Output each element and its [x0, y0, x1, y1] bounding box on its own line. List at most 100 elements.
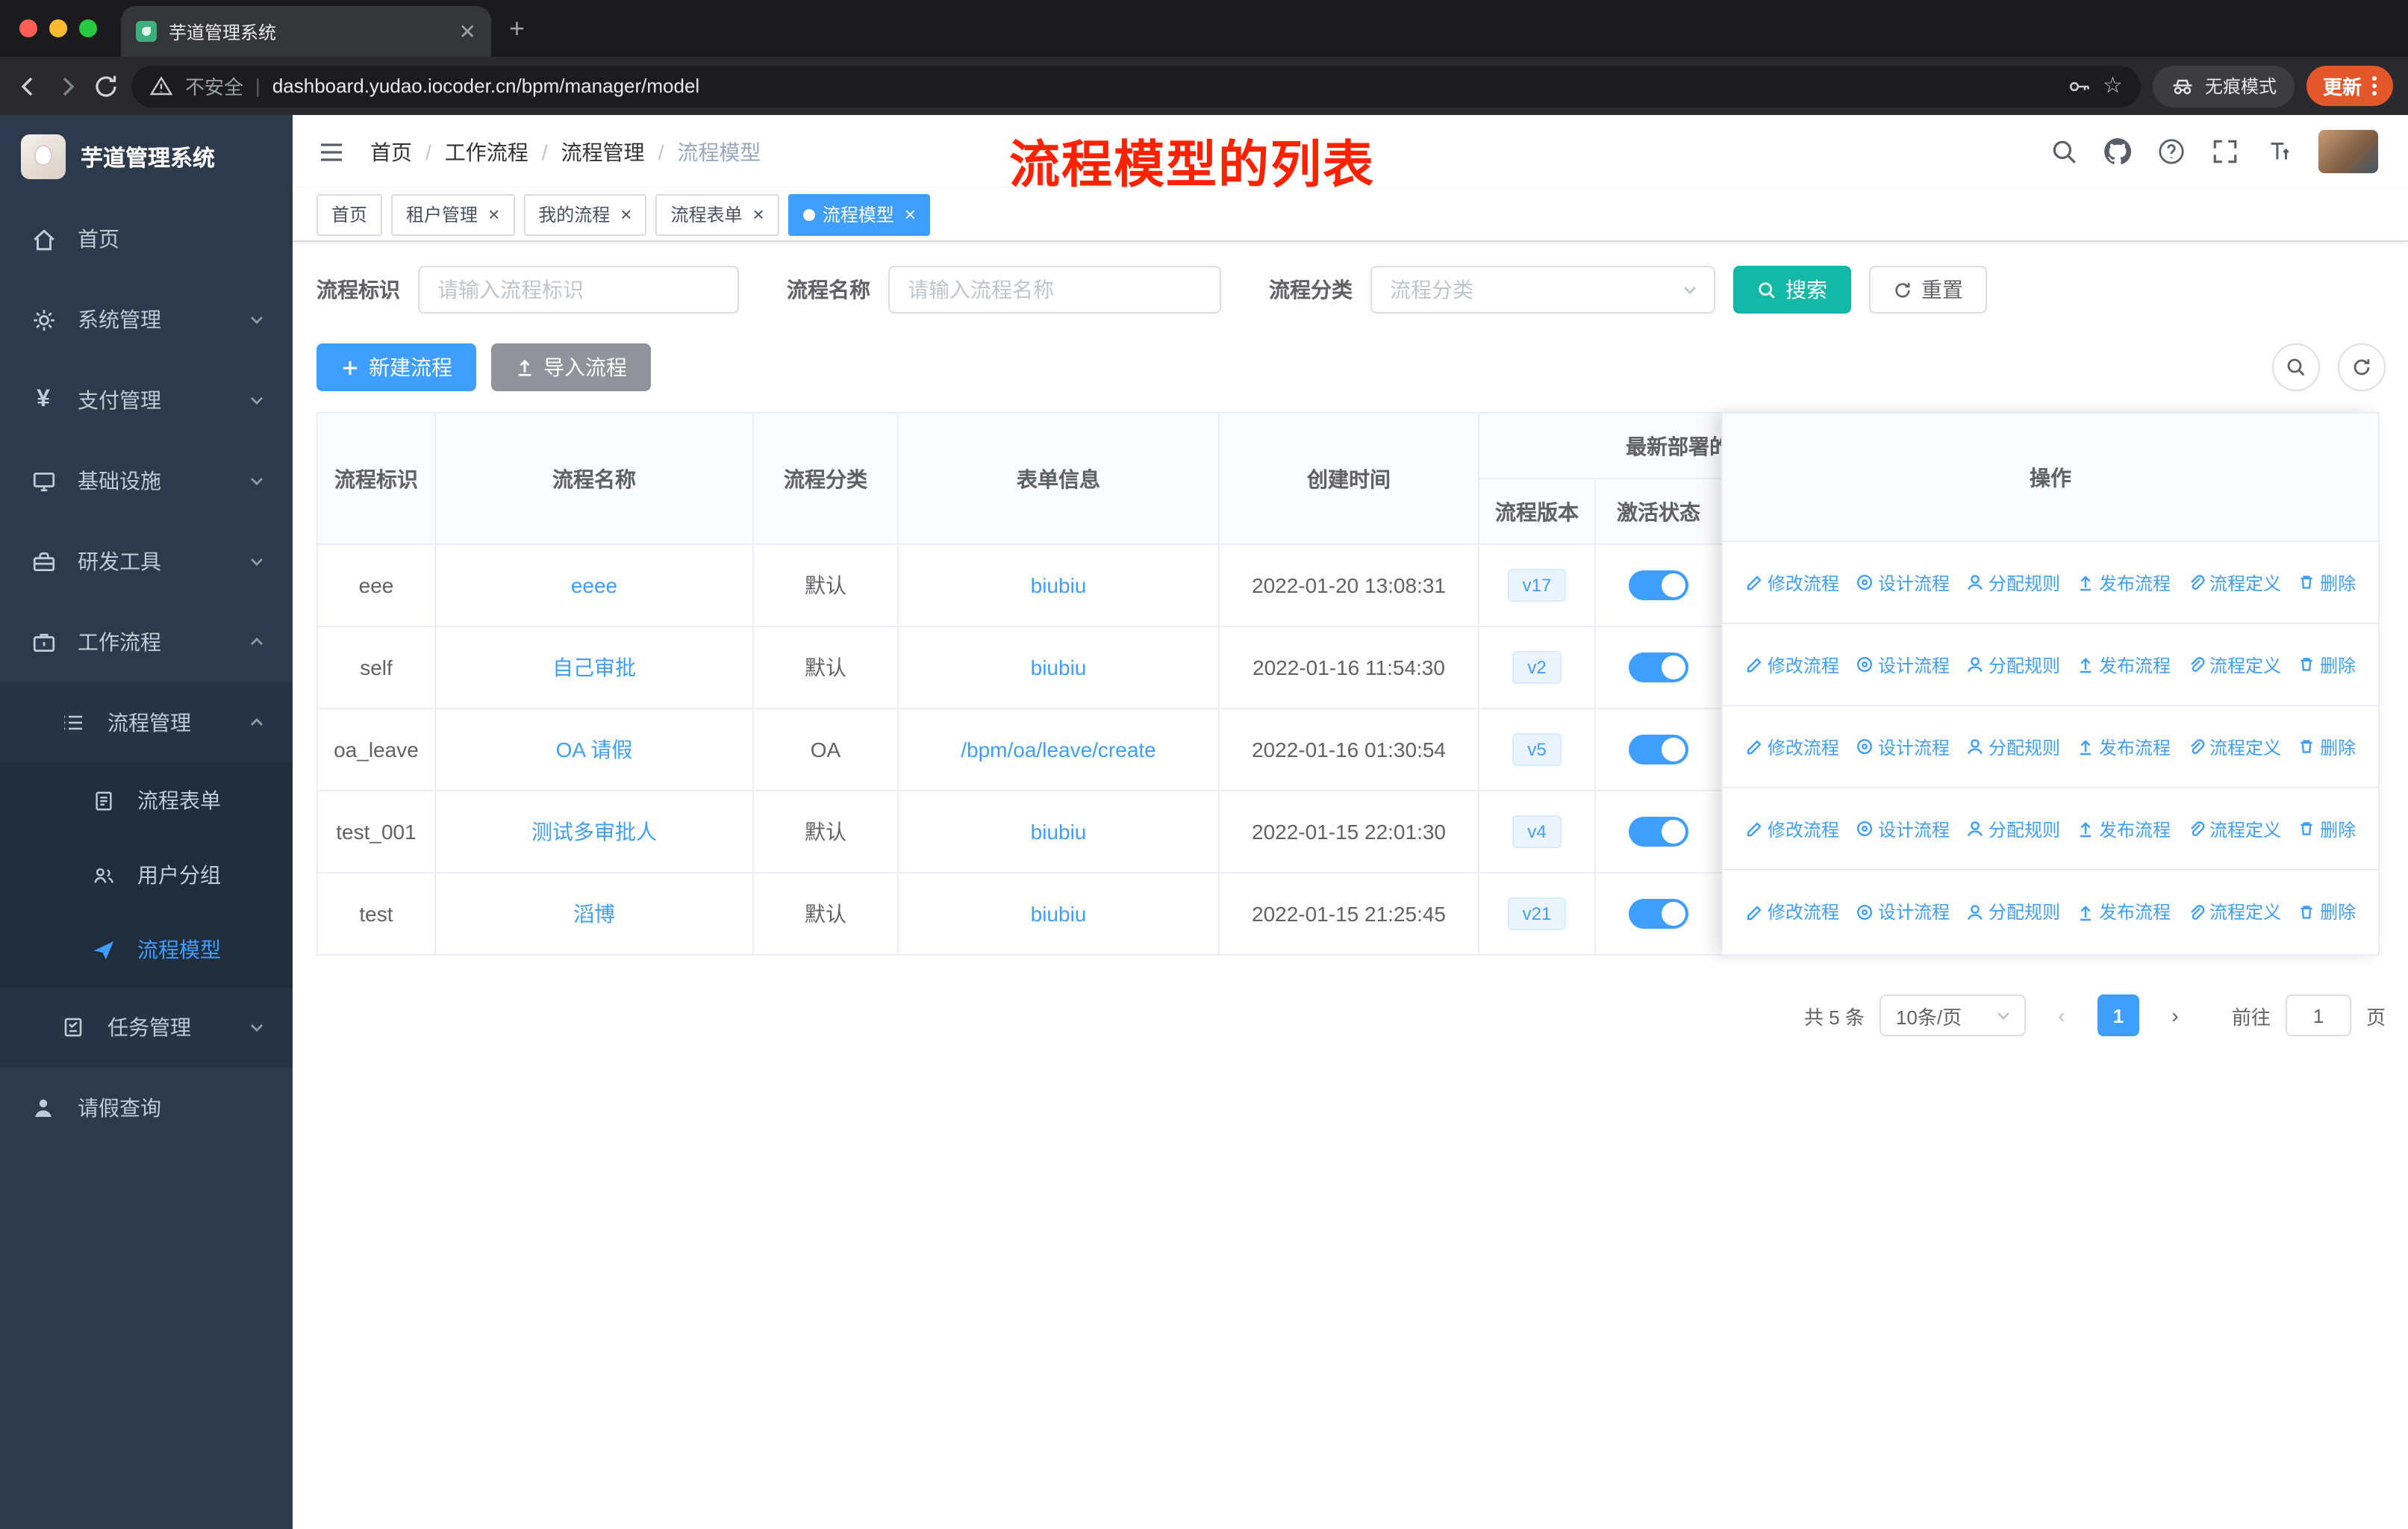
active-toggle[interactable]	[1629, 735, 1688, 764]
goto-page-input[interactable]	[2285, 994, 2351, 1036]
search-button[interactable]: 搜索	[1733, 266, 1851, 314]
close-icon[interactable]: ×	[488, 205, 499, 224]
assign-rule-link[interactable]: 分配规则	[1966, 652, 2060, 677]
show-search-button[interactable]	[2272, 343, 2320, 391]
sidebar-item-workflow[interactable]: 工作流程	[0, 602, 293, 682]
flow-name-link[interactable]: OA 请假	[556, 738, 633, 762]
delete-link[interactable]: 删除	[2298, 734, 2356, 759]
delete-link[interactable]: 删除	[2298, 816, 2356, 841]
fullscreen-icon[interactable]	[2211, 137, 2239, 166]
active-toggle[interactable]	[1629, 899, 1688, 929]
sidebar-item-leave-query[interactable]: 请假查询	[0, 1068, 293, 1148]
close-window-button[interactable]	[19, 19, 37, 37]
close-icon[interactable]: ×	[620, 205, 631, 224]
sidebar-item-devtools[interactable]: 研发工具	[0, 521, 293, 602]
edit-flow-link[interactable]: 修改流程	[1745, 899, 1839, 924]
sidebar-item-flow-management[interactable]: 流程管理	[0, 682, 293, 763]
security-label[interactable]: 不安全	[185, 72, 243, 100]
flow-key-input[interactable]	[418, 266, 739, 314]
form-info-link[interactable]: /bpm/oa/leave/create	[961, 738, 1156, 762]
breadcrumb-workflow[interactable]: 工作流程	[445, 137, 528, 166]
browser-tab[interactable]: 芋道管理系统 ✕	[121, 6, 491, 57]
browser-menu-icon[interactable]	[2372, 76, 2377, 96]
bookmark-star-icon[interactable]: ☆	[2103, 75, 2123, 97]
back-icon[interactable]	[15, 72, 42, 99]
version-badge[interactable]: v5	[1512, 733, 1562, 766]
flow-name-link[interactable]: 自己审批	[552, 655, 636, 679]
sidebar-item-flow-form[interactable]: 流程表单	[0, 763, 293, 838]
view-tag-flow-form[interactable]: 流程表单 ×	[655, 193, 779, 235]
update-button[interactable]: 更新	[2306, 66, 2393, 106]
tab-close-icon[interactable]: ✕	[459, 21, 476, 42]
next-page-button[interactable]: ›	[2154, 994, 2196, 1036]
publish-flow-link[interactable]: 发布流程	[2077, 816, 2171, 841]
search-icon[interactable]	[2050, 137, 2078, 166]
version-badge[interactable]: v4	[1512, 815, 1562, 848]
design-flow-link[interactable]: 设计流程	[1856, 816, 1950, 841]
edit-flow-link[interactable]: 修改流程	[1745, 570, 1839, 595]
app-brand[interactable]: 芋道管理系统	[0, 115, 293, 199]
view-tag-tenant[interactable]: 租户管理 ×	[391, 193, 515, 235]
sidebar-item-payment[interactable]: ¥ 支付管理	[0, 360, 293, 440]
publish-flow-link[interactable]: 发布流程	[2077, 570, 2171, 595]
edit-flow-link[interactable]: 修改流程	[1745, 652, 1839, 677]
url-text[interactable]: dashboard.yudao.iocoder.cn/bpm/manager/m…	[272, 75, 2055, 97]
flow-definition-link[interactable]: 流程定义	[2187, 570, 2281, 595]
sidebar-item-system[interactable]: 系统管理	[0, 279, 293, 360]
version-badge[interactable]: v21	[1507, 897, 1567, 930]
close-icon[interactable]: ×	[753, 205, 764, 224]
version-badge[interactable]: v17	[1507, 569, 1567, 602]
sidebar-item-flow-model[interactable]: 流程模型	[0, 912, 293, 987]
reload-icon[interactable]	[93, 72, 119, 99]
publish-flow-link[interactable]: 发布流程	[2077, 899, 2171, 924]
page-number-current[interactable]: 1	[2097, 994, 2139, 1036]
key-icon[interactable]	[2067, 74, 2091, 98]
prev-page-button[interactable]: ‹	[2041, 994, 2083, 1036]
assign-rule-link[interactable]: 分配规则	[1966, 816, 2060, 841]
edit-flow-link[interactable]: 修改流程	[1745, 816, 1839, 841]
flow-definition-link[interactable]: 流程定义	[2187, 899, 2281, 924]
delete-link[interactable]: 删除	[2298, 570, 2356, 595]
view-tag-my-flow[interactable]: 我的流程 ×	[523, 193, 647, 235]
breadcrumb-flow-management[interactable]: 流程管理	[561, 137, 645, 166]
font-size-icon[interactable]	[2265, 137, 2293, 166]
refresh-table-button[interactable]	[2338, 343, 2386, 391]
flow-name-link[interactable]: 测试多审批人	[531, 820, 657, 844]
forward-icon[interactable]	[54, 72, 81, 99]
flow-name-link[interactable]: 滔博	[573, 902, 615, 926]
flow-category-select[interactable]: 流程分类	[1370, 266, 1715, 314]
publish-flow-link[interactable]: 发布流程	[2077, 652, 2171, 677]
flow-definition-link[interactable]: 流程定义	[2187, 816, 2281, 841]
form-info-link[interactable]: biubiu	[1031, 655, 1087, 679]
sidebar-item-task-management[interactable]: 任务管理	[0, 987, 293, 1068]
version-badge[interactable]: v2	[1512, 651, 1562, 684]
sidebar-item-user-group[interactable]: 用户分组	[0, 838, 293, 912]
zoom-window-button[interactable]	[79, 19, 97, 37]
design-flow-link[interactable]: 设计流程	[1856, 652, 1950, 677]
assign-rule-link[interactable]: 分配规则	[1966, 734, 2060, 759]
form-info-link[interactable]: biubiu	[1031, 573, 1087, 597]
design-flow-link[interactable]: 设计流程	[1856, 570, 1950, 595]
import-flow-button[interactable]: 导入流程	[491, 343, 651, 391]
view-tag-home[interactable]: 首页	[316, 193, 383, 235]
breadcrumb-home[interactable]: 首页	[370, 137, 412, 166]
design-flow-link[interactable]: 设计流程	[1856, 899, 1950, 924]
reset-button[interactable]: 重置	[1869, 266, 1987, 314]
page-size-select[interactable]: 10条/页	[1879, 994, 2026, 1036]
create-flow-button[interactable]: 新建流程	[316, 343, 476, 391]
flow-name-link[interactable]: eeee	[571, 573, 617, 597]
minimize-window-button[interactable]	[49, 19, 67, 37]
help-icon[interactable]	[2157, 137, 2186, 166]
view-tag-flow-model[interactable]: 流程模型 ×	[787, 193, 931, 235]
sidebar-item-home[interactable]: 首页	[0, 199, 293, 279]
github-icon[interactable]	[2103, 137, 2132, 166]
user-avatar[interactable]	[2318, 130, 2378, 173]
active-toggle[interactable]	[1629, 570, 1688, 600]
new-tab-button[interactable]: +	[509, 13, 525, 44]
sidebar-item-infrastructure[interactable]: 基础设施	[0, 440, 293, 521]
assign-rule-link[interactable]: 分配规则	[1966, 570, 2060, 595]
form-info-link[interactable]: biubiu	[1031, 820, 1087, 844]
active-toggle[interactable]	[1629, 653, 1688, 682]
flow-definition-link[interactable]: 流程定义	[2187, 652, 2281, 677]
flow-definition-link[interactable]: 流程定义	[2187, 734, 2281, 759]
